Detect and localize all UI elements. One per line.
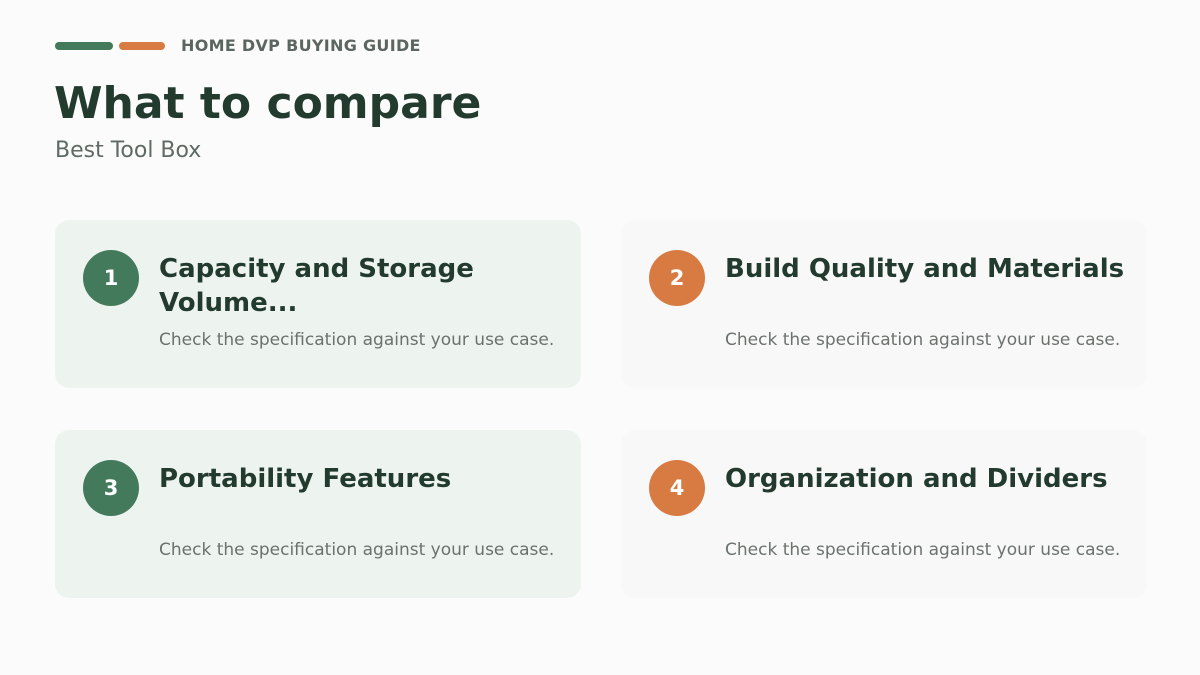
card-title-1: Capacity and Storage Volume... bbox=[159, 254, 474, 318]
step-badge-3: 3 bbox=[83, 460, 139, 516]
compare-card-4: 4 Organization and Dividers Check the sp… bbox=[621, 430, 1147, 598]
eyebrow-label: HOME DVP BUYING GUIDE bbox=[181, 36, 421, 55]
card-description-4: Check the specification against your use… bbox=[725, 540, 1121, 560]
accent-bar-orange bbox=[119, 42, 165, 50]
page-title: What to compare bbox=[54, 78, 482, 129]
accent-bar-green bbox=[55, 42, 113, 50]
step-badge-4: 4 bbox=[649, 460, 705, 516]
guide-header: HOME DVP BUYING GUIDE bbox=[55, 36, 421, 56]
compare-card-2: 2 Build Quality and Materials Check the … bbox=[621, 220, 1147, 388]
step-badge-2: 2 bbox=[649, 250, 705, 306]
step-badge-1: 1 bbox=[83, 250, 139, 306]
card-description-1: Check the specification against your use… bbox=[159, 330, 555, 350]
compare-card-3: 3 Portability Features Check the specifi… bbox=[55, 430, 581, 598]
compare-card-1: 1 Capacity and Storage Volume... Check t… bbox=[55, 220, 581, 388]
page-subtitle: Best Tool Box bbox=[55, 138, 202, 163]
card-description-3: Check the specification against your use… bbox=[159, 540, 555, 560]
card-title-2: Build Quality and Materials bbox=[725, 254, 1125, 284]
card-description-2: Check the specification against your use… bbox=[725, 330, 1121, 350]
card-title-4: Organization and Dividers bbox=[725, 464, 1108, 494]
card-title-3: Portability Features bbox=[159, 464, 452, 494]
